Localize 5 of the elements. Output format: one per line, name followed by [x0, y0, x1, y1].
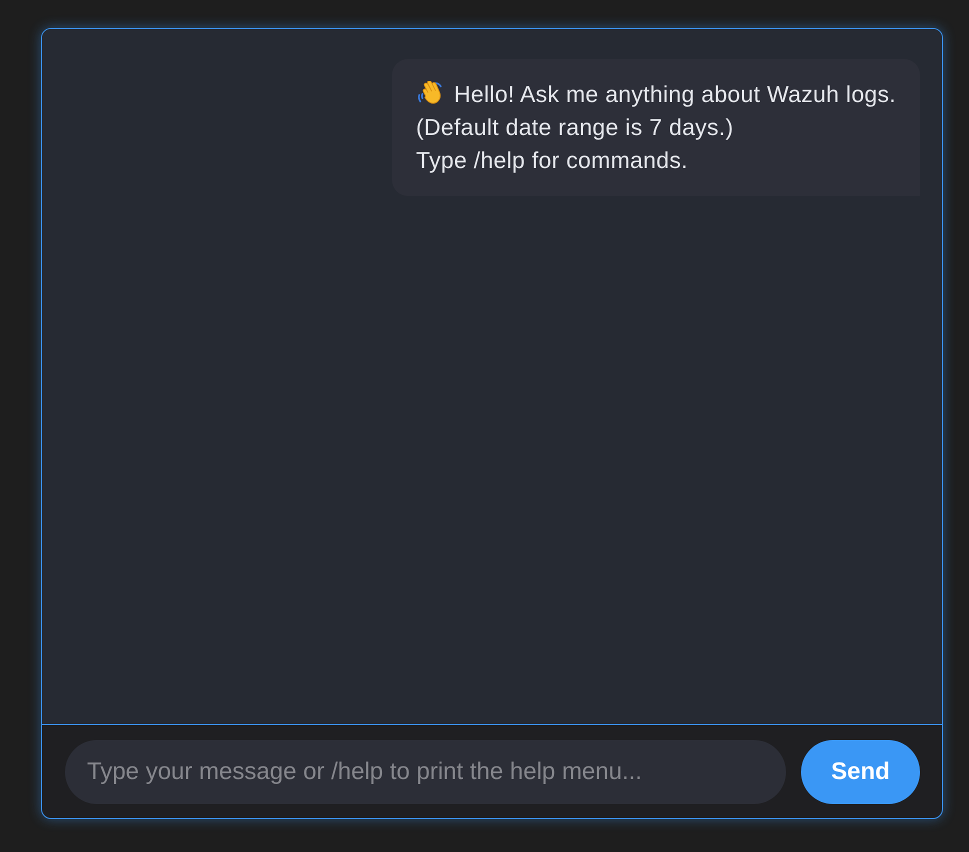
message-text: Hello! Ask me anything about Wazuh logs.	[454, 80, 896, 109]
message-text: Type /help for commands.	[416, 146, 688, 175]
message-text: (Default date range is 7 days.)	[416, 113, 734, 142]
message-input[interactable]: Type your message or /help to print the help menu...	[65, 740, 786, 804]
send-button[interactable]: Send	[801, 740, 920, 804]
